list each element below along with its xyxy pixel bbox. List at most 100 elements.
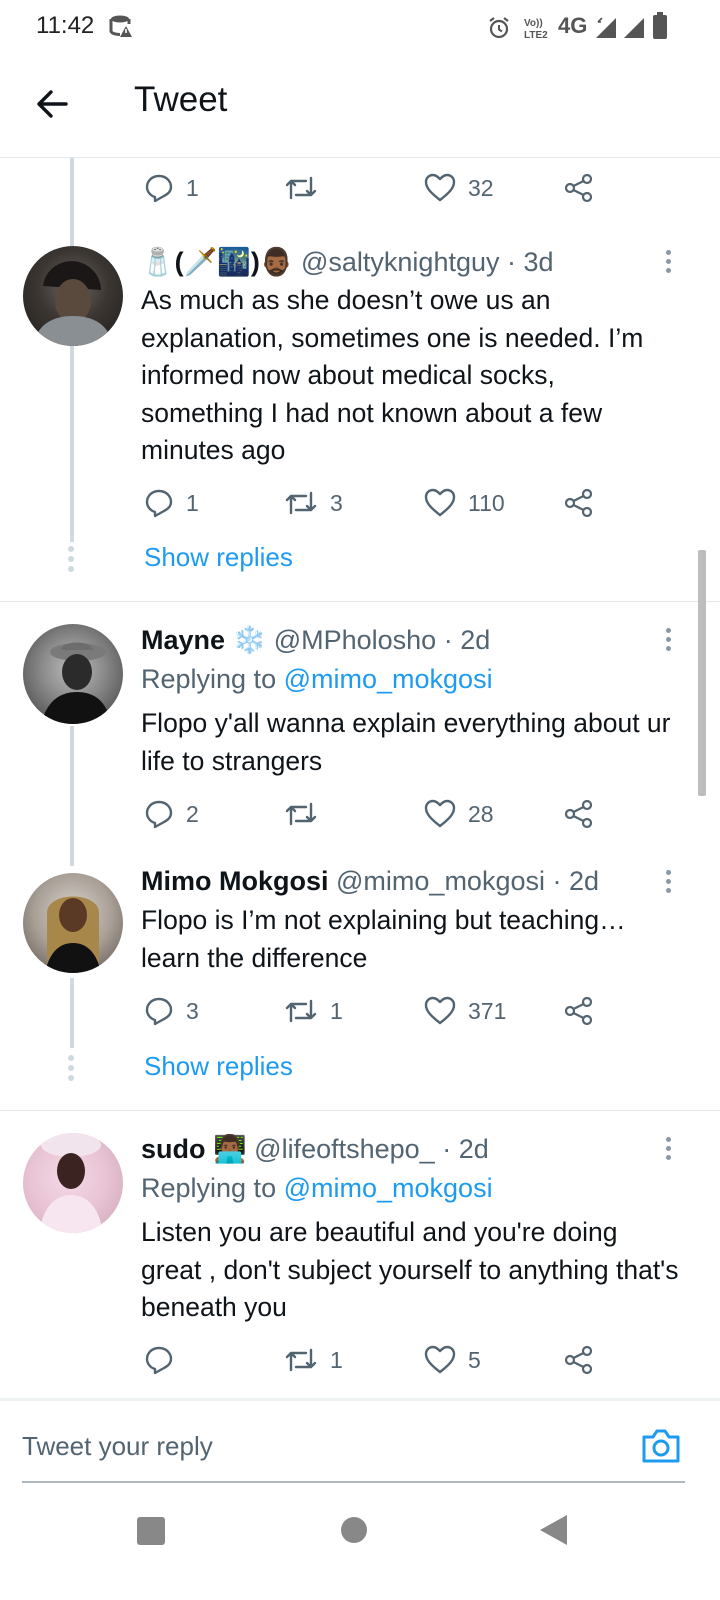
reply-count: 1 <box>186 489 199 516</box>
name-emoji: ❄️ <box>232 625 267 655</box>
more-options-icon[interactable] <box>664 1137 674 1163</box>
thread-line <box>70 726 74 866</box>
retweet-button[interactable] <box>284 168 330 208</box>
tweet-header: sudo 👨🏾‍💻 @lifeoftshepo_ · 2d <box>141 1134 489 1164</box>
heart-icon <box>424 173 456 202</box>
retweet-icon <box>285 802 317 826</box>
tweet-time: 2d <box>458 1134 489 1164</box>
scrollbar[interactable] <box>698 550 706 796</box>
reply-button[interactable]: 2 <box>144 794 199 834</box>
replying-to-handle[interactable]: @mimo_mokgosi <box>284 664 493 694</box>
like-button[interactable]: 28 <box>424 794 494 834</box>
reply-button[interactable]: 3 <box>144 991 199 1031</box>
heart-icon <box>424 799 456 828</box>
like-button[interactable]: 110 <box>424 483 505 523</box>
reply-icon <box>145 1346 173 1375</box>
like-count: 28 <box>468 800 494 827</box>
like-button[interactable]: 32 <box>424 168 494 208</box>
heart-icon <box>424 488 456 517</box>
retweet-button[interactable]: 1 <box>284 991 343 1031</box>
display-name[interactable]: Mayne <box>141 625 225 655</box>
avatar-photo <box>45 896 101 973</box>
thread-line <box>70 978 74 1048</box>
display-name[interactable]: sudo <box>141 1134 206 1164</box>
back-button-icon[interactable] <box>538 1514 568 1546</box>
tweet-time: 3d <box>523 247 554 277</box>
thread-line <box>70 158 74 542</box>
display-name[interactable]: 🧂(🗡️🌃)🧔🏾‍♂️ <box>141 247 293 277</box>
reply-count: 2 <box>186 800 199 827</box>
network-type: 4G <box>558 13 588 38</box>
avatar-photo <box>41 642 111 724</box>
like-button[interactable]: 5 <box>424 1340 481 1380</box>
avatar-photo <box>39 1133 103 1233</box>
share-button[interactable] <box>564 168 594 208</box>
tweet-actions: 1 32 <box>140 168 610 208</box>
tweet-actions: 3 1 371 <box>140 991 610 1031</box>
avatar[interactable] <box>23 246 123 346</box>
reply-count: 1 <box>186 174 199 201</box>
reply-input[interactable]: Tweet your reply <box>22 1431 213 1462</box>
recents-button-icon[interactable] <box>136 1516 166 1546</box>
tweet-header: Mimo Mokgosi @mimo_mokgosi · 2d <box>141 866 600 896</box>
retweet-icon <box>285 491 317 515</box>
reply-icon <box>145 489 173 518</box>
show-replies-link[interactable]: Show replies <box>144 542 293 573</box>
system-nav-bar <box>0 1490 720 1600</box>
heart-icon <box>424 996 456 1025</box>
back-arrow-icon[interactable] <box>30 82 74 126</box>
svg-text:Vo)): Vo)) <box>524 18 543 29</box>
avatar-illustration <box>33 261 113 346</box>
page-title: Tweet <box>134 80 228 119</box>
retweet-count: 1 <box>330 1346 343 1373</box>
user-handle[interactable]: @mimo_mokgosi <box>336 866 545 896</box>
share-button[interactable] <box>564 794 594 834</box>
reply-button[interactable]: 1 <box>144 483 199 523</box>
share-button[interactable] <box>564 483 594 523</box>
like-button[interactable]: 371 <box>424 991 506 1031</box>
share-icon <box>564 173 593 203</box>
display-name[interactable]: Mimo Mokgosi <box>141 866 329 896</box>
share-button[interactable] <box>564 1340 594 1380</box>
alarm-icon <box>489 17 509 39</box>
reply-icon <box>145 800 173 829</box>
more-options-icon[interactable] <box>664 870 674 896</box>
top-app-bar: Tweet <box>0 56 720 158</box>
home-button-icon[interactable] <box>340 1516 368 1544</box>
replying-to-handle[interactable]: @mimo_mokgosi <box>284 1173 493 1203</box>
like-count: 5 <box>468 1346 481 1373</box>
signal-2-icon <box>624 18 644 38</box>
replying-to-label: Replying to <box>141 1173 277 1203</box>
retweet-button[interactable]: 1 <box>284 1340 343 1380</box>
reply-button[interactable] <box>144 1340 186 1380</box>
reply-composer: Tweet your reply <box>0 1398 720 1488</box>
tweet-actions: 1 3 110 <box>140 483 610 523</box>
divider <box>0 601 720 602</box>
thread-continuation-dots <box>68 1055 76 1085</box>
show-replies-link[interactable]: Show replies <box>144 1051 293 1082</box>
user-handle[interactable]: @saltyknightguy <box>301 247 500 277</box>
divider <box>0 1110 720 1111</box>
share-button[interactable] <box>564 991 594 1031</box>
tweet-time: 2d <box>569 866 600 896</box>
tweet-text: Flopo is I’m not explaining but teaching… <box>141 905 626 973</box>
retweet-button[interactable] <box>284 794 330 834</box>
heart-icon <box>424 1345 456 1374</box>
replying-to: Replying to @mimo_mokgosi <box>141 1173 493 1204</box>
avatar[interactable] <box>23 624 123 724</box>
avatar[interactable] <box>23 1133 123 1233</box>
more-options-icon[interactable] <box>664 250 674 276</box>
retweet-count: 1 <box>330 997 343 1024</box>
retweet-icon <box>285 176 317 200</box>
share-icon <box>564 1345 593 1375</box>
tweet-time: 2d <box>460 625 491 655</box>
user-handle[interactable]: @MPholosho <box>274 625 437 655</box>
avatar[interactable] <box>23 873 123 973</box>
name-emoji: 👨🏾‍💻 <box>213 1134 247 1164</box>
reply-button[interactable]: 1 <box>144 168 199 208</box>
more-options-icon[interactable] <box>664 628 674 654</box>
user-handle[interactable]: @lifeoftshepo_ <box>254 1134 435 1164</box>
camera-icon[interactable] <box>640 1427 682 1465</box>
retweet-button[interactable]: 3 <box>284 483 343 523</box>
tweet-actions: 1 5 <box>140 1340 610 1380</box>
